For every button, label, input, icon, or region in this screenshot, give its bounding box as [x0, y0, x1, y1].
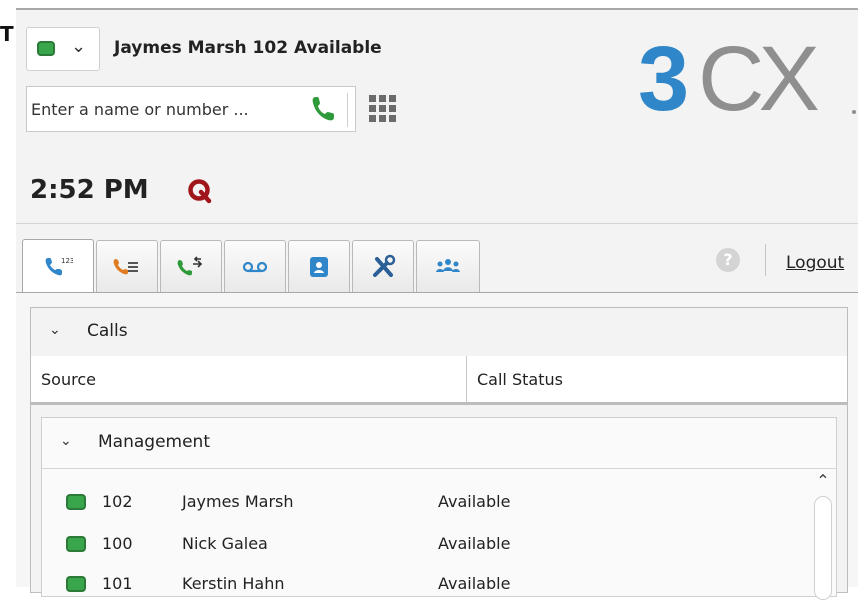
- extension-row[interactable]: 100 Nick Galea Available: [42, 524, 812, 564]
- window-edge: T: [0, 0, 16, 586]
- extension-name: Nick Galea: [182, 534, 268, 553]
- management-panel: ⌄ Management 102 Jaymes Marsh Available …: [30, 403, 848, 600]
- dialer-icon: 123: [45, 257, 73, 276]
- clock-time: 2:52 PM: [30, 175, 149, 205]
- separator: [765, 244, 766, 276]
- calls-panel: ⌄ Calls Source Call Status: [30, 307, 848, 403]
- status-indicator: [37, 41, 55, 56]
- tab-voicemail[interactable]: [224, 240, 286, 292]
- dialpad-icon[interactable]: [369, 95, 397, 123]
- chevron-down-icon: ⌄: [49, 322, 61, 338]
- time-bar: 2:52 PM: [16, 155, 858, 224]
- scrollbar[interactable]: ⌃: [812, 470, 834, 600]
- extension-name: Jaymes Marsh: [182, 492, 294, 511]
- extension-status: Available: [438, 574, 511, 593]
- svg-text:123: 123: [61, 257, 73, 265]
- column-label: Source: [41, 370, 96, 389]
- group-icon: [436, 258, 460, 272]
- extension-name: Kerstin Hahn: [182, 574, 285, 593]
- management-title: Management: [98, 432, 210, 452]
- help-icon[interactable]: ?: [716, 248, 740, 272]
- contacts-icon: [310, 256, 328, 277]
- chevron-up-icon[interactable]: ⌃: [812, 470, 834, 492]
- extension-status: Available: [438, 492, 511, 511]
- chevron-down-icon: ⌄: [71, 36, 87, 57]
- logout-link[interactable]: Logout: [786, 253, 844, 273]
- tab-group[interactable]: [416, 240, 480, 292]
- tab-transfer[interactable]: [160, 240, 222, 292]
- phone-icon[interactable]: [301, 89, 351, 129]
- status-dropdown[interactable]: ⌄: [26, 27, 100, 71]
- calls-title: Calls: [87, 321, 128, 341]
- header: ⌄ Jaymes Marsh 102 Available 3 CX: [16, 10, 858, 156]
- settings-tools-icon: [373, 254, 396, 277]
- presence-indicator: [66, 576, 86, 592]
- 3cx-logo: 3 CX: [636, 28, 858, 130]
- tab-call-log[interactable]: [96, 240, 158, 292]
- chevron-down-icon: ⌄: [60, 433, 72, 449]
- extension-row[interactable]: 102 Jaymes Marsh Available: [42, 482, 812, 522]
- management-group: ⌄ Management 102 Jaymes Marsh Available …: [41, 417, 837, 600]
- dial-box: [26, 86, 356, 132]
- content-area: ⌄ Calls Source Call Status ⌄ Management …: [16, 292, 858, 600]
- queue-q-icon[interactable]: [186, 177, 214, 205]
- user-status-line: Jaymes Marsh 102 Available: [114, 38, 382, 58]
- presence-indicator: [66, 494, 86, 510]
- presence-indicator: [66, 536, 86, 552]
- column-header-source[interactable]: Source: [31, 356, 467, 402]
- transfer-icon: [177, 255, 203, 275]
- scroll-thumb[interactable]: [814, 496, 832, 600]
- tab-bar: 123 ? Logout: [16, 224, 858, 292]
- extension-number: 100: [102, 534, 133, 553]
- tab-settings[interactable]: [352, 240, 414, 292]
- management-header[interactable]: ⌄ Management: [42, 418, 836, 469]
- extension-number: 101: [102, 574, 133, 593]
- svg-text:CX: CX: [698, 30, 818, 122]
- column-label: Call Status: [477, 370, 563, 389]
- window-top-border: [16, 0, 858, 10]
- voicemail-icon: [242, 261, 268, 272]
- call-log-icon: [113, 258, 138, 274]
- extension-status: Available: [438, 534, 511, 553]
- calls-header[interactable]: ⌄ Calls: [31, 308, 847, 357]
- dial-input[interactable]: [29, 87, 299, 131]
- tab-dialer[interactable]: 123: [22, 239, 94, 292]
- tab-contacts[interactable]: [288, 240, 350, 292]
- svg-text:3: 3: [638, 30, 689, 122]
- column-header-call-status[interactable]: Call Status: [467, 356, 847, 402]
- extension-row[interactable]: 101 Kerstin Hahn Available: [42, 564, 812, 604]
- extension-number: 102: [102, 492, 133, 511]
- window-title-fragment: T: [0, 22, 14, 46]
